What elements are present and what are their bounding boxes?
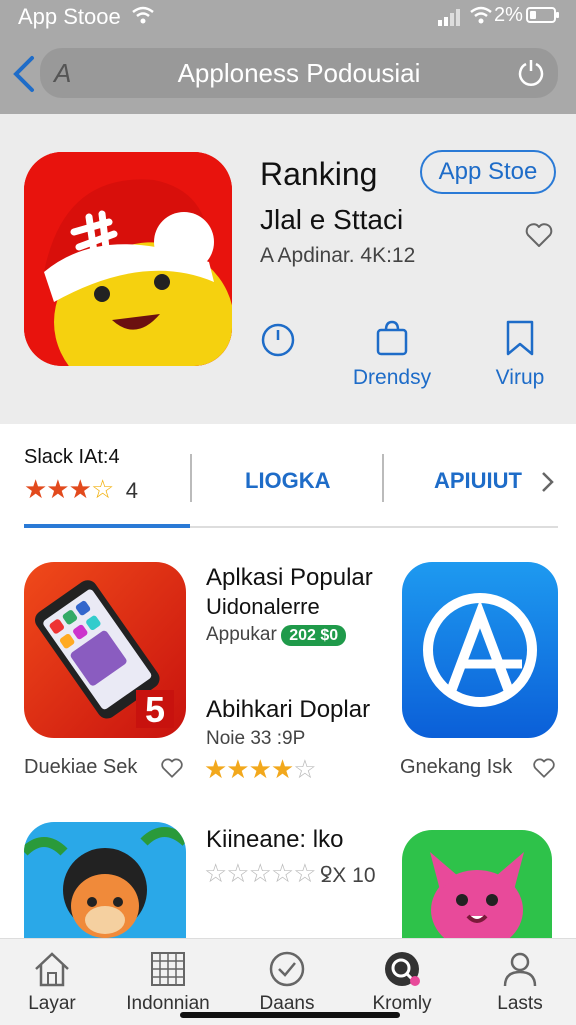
grid-icon	[151, 952, 185, 986]
tab-apiuiut[interactable]: APIUIUT	[434, 468, 522, 494]
back-chevron-icon[interactable]	[10, 54, 38, 94]
app-caption: Duekiae Sek	[24, 756, 138, 778]
tab-label: Daans	[259, 993, 315, 1014]
app-icon-a[interactable]	[402, 562, 558, 738]
featured-app-subtitle: Jlal e Sttaci	[260, 204, 404, 235]
drendsy-action[interactable]: Drendsy	[344, 318, 440, 390]
tab-divider	[190, 454, 192, 502]
clock-icon	[261, 323, 295, 357]
battery-percent: 2%	[494, 4, 523, 26]
battery-icon	[526, 7, 559, 23]
app-title[interactable]: Kiineane: lko	[206, 826, 343, 854]
wifi-icon	[470, 6, 492, 24]
rating-stars: ★★★☆ 4	[24, 474, 138, 504]
shopping-bag-icon	[376, 320, 408, 356]
tab-daans[interactable]: Daans	[239, 949, 335, 1015]
address-title: Apploness Podousiai	[177, 58, 421, 88]
app-subtitle: Uidonalerre	[206, 594, 320, 619]
app-rating-row: ☆☆☆☆☆ ꝿX 10	[204, 858, 376, 888]
tab-kromly[interactable]: Kromly	[354, 949, 450, 1015]
wifi-icon	[132, 6, 154, 24]
tab-divider	[382, 454, 384, 502]
active-tab-indicator	[24, 524, 190, 528]
price-badge: 202 $0	[281, 625, 347, 646]
app-title[interactable]: Abihkari Doplar	[206, 696, 370, 724]
tab-indonnian[interactable]: Indonnian	[120, 949, 216, 1015]
app-icon-lion[interactable]	[24, 822, 186, 938]
home-indicator	[180, 1012, 400, 1018]
action-label: Drendsy	[352, 366, 432, 389]
clock-action[interactable]	[230, 318, 326, 366]
tab-liogka[interactable]: LIOGKA	[245, 468, 331, 494]
heart-icon[interactable]	[532, 756, 556, 780]
tab-label: Kromly	[372, 993, 432, 1014]
heart-icon[interactable]	[160, 756, 184, 780]
status-bar: App Stooe 2%	[0, 0, 576, 36]
tab-layar[interactable]: Layar	[4, 949, 100, 1015]
tab-label: Layar	[28, 993, 76, 1014]
home-icon	[35, 952, 69, 987]
featured-app-title: Ranking	[260, 156, 378, 192]
app-icon-number: 5	[145, 689, 165, 730]
action-label: Virup	[495, 366, 545, 389]
person-icon	[503, 952, 537, 987]
featured-app-meta: A Apdinar. 4K:12	[260, 244, 416, 267]
check-circle-icon	[269, 951, 305, 987]
search-icon	[385, 952, 420, 986]
carrier-label: App Stooe	[18, 4, 121, 29]
featured-app-section: Ranking App Stoe Jlal e Sttaci A Apdinar…	[0, 114, 576, 424]
segment-tabs: Slack IAt:4 ★★★☆ 4 LIOGKA APIUIUT	[0, 424, 576, 530]
app-meta: Noie 33 :9P	[206, 728, 306, 749]
reload-icon[interactable]	[516, 58, 546, 88]
signal-icon	[438, 9, 460, 26]
rating-section-label: Slack IAt:4	[24, 446, 120, 468]
app-icon-phone[interactable]: 5	[24, 562, 186, 738]
bookmark-icon	[506, 320, 534, 356]
app-title[interactable]: Aplkasi Popular	[206, 564, 373, 592]
app-rating-stars: ★★★★☆	[204, 754, 317, 784]
address-bar[interactable]: A Apploness Podousiai	[40, 48, 558, 98]
app-caption: Gnekang Isk	[400, 756, 513, 778]
app-rating-text: ꝿX 10	[320, 864, 376, 887]
virup-action[interactable]: Virup	[472, 318, 568, 390]
app-meta: Appukar	[206, 624, 277, 645]
tab-lasts[interactable]: Lasts	[472, 949, 568, 1015]
heart-icon[interactable]	[524, 220, 554, 250]
app-store-button[interactable]: App Stoe	[420, 150, 556, 194]
app-icon-monster[interactable]	[402, 830, 552, 938]
tab-label: Indonnian	[126, 993, 210, 1014]
chevron-right-icon[interactable]	[540, 470, 556, 494]
featured-app-icon[interactable]	[24, 152, 232, 366]
tab-label: Lasts	[497, 993, 543, 1014]
nav-bar: A Apploness Podousiai	[0, 36, 576, 114]
rating-value: 4	[125, 478, 138, 503]
app-meta-row: Appukar 202 $0	[206, 624, 347, 646]
